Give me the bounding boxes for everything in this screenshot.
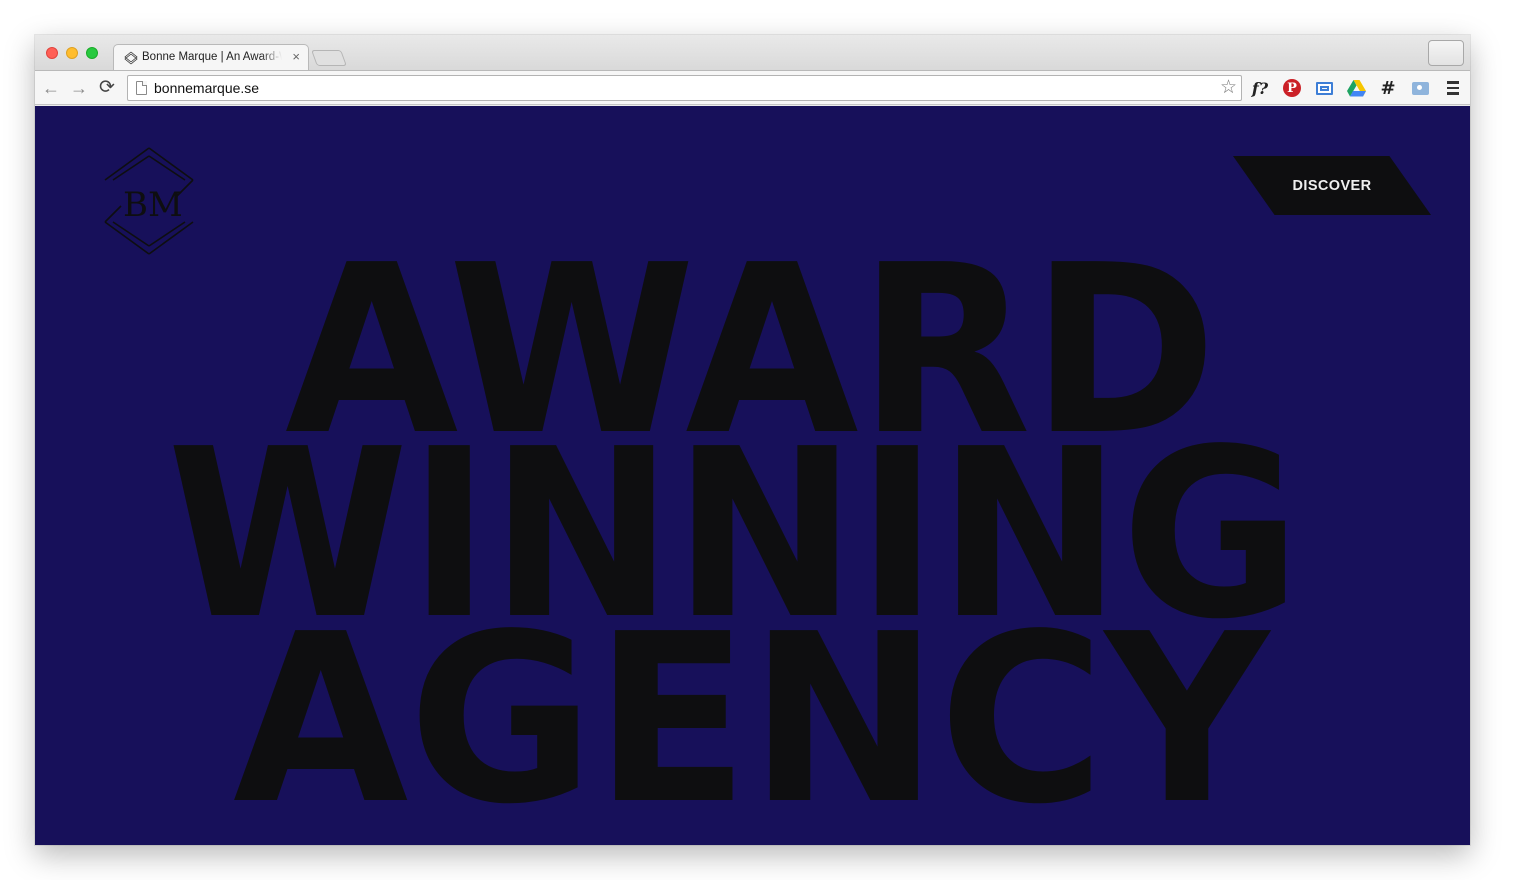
page-viewport: AWARD WINNING AGENCY BM DISCOVER <box>35 106 1470 845</box>
reload-icon[interactable]: ⟳ <box>96 77 118 99</box>
browser-window: Bonne Marque | An Award-Winning Agency ×… <box>35 35 1470 845</box>
camera-body-icon <box>1411 81 1429 95</box>
address-bar[interactable]: bonnemarque.se ☆ <box>127 75 1242 101</box>
maximize-window-button[interactable] <box>86 47 98 59</box>
new-tab-button[interactable] <box>311 50 347 66</box>
back-arrow-icon[interactable]: ← <box>40 77 62 99</box>
favicon-icon <box>124 51 138 65</box>
bonne-marque-logo[interactable]: BM <box>101 146 197 256</box>
logo-letters: BM <box>123 185 183 225</box>
whatfont-extension-icon[interactable]: f? <box>1249 77 1271 99</box>
hashtag-extension-icon[interactable]: # <box>1377 77 1399 99</box>
hamburger-menu-icon[interactable] <box>1444 78 1462 98</box>
profile-button[interactable] <box>1428 40 1464 66</box>
camera-extension-icon[interactable] <box>1409 77 1431 99</box>
pinterest-extension-icon[interactable]: P <box>1281 77 1303 99</box>
url-text[interactable]: bonnemarque.se <box>154 80 259 96</box>
forward-arrow-icon[interactable]: → <box>68 77 90 99</box>
screen-frame-icon <box>1315 81 1333 95</box>
browser-toolbar: ← → ⟳ bonnemarque.se ☆ f? P # <box>35 70 1470 105</box>
google-drive-extension-icon[interactable] <box>1345 77 1367 99</box>
tab-title: Bonne Marque | An Award-Winning Agency <box>142 51 282 63</box>
headline: AWARD WINNING AGENCY <box>167 215 1301 845</box>
page-icon <box>136 81 147 95</box>
bookmark-star-icon[interactable]: ☆ <box>1220 76 1237 99</box>
close-window-button[interactable] <box>46 47 58 59</box>
minimize-window-button[interactable] <box>66 47 78 59</box>
logo-mark-icon: BM <box>104 147 194 255</box>
drive-triangle-icon <box>1346 79 1366 96</box>
screenshot-extension-icon[interactable] <box>1313 77 1335 99</box>
tab-strip: Bonne Marque | An Award-Winning Agency × <box>35 35 1470 71</box>
close-tab-icon[interactable]: × <box>292 49 300 64</box>
headline-line-agency: AGENCY <box>233 584 1271 845</box>
tab-active[interactable]: Bonne Marque | An Award-Winning Agency × <box>113 44 309 71</box>
pinterest-logo-icon: P <box>1283 79 1301 97</box>
